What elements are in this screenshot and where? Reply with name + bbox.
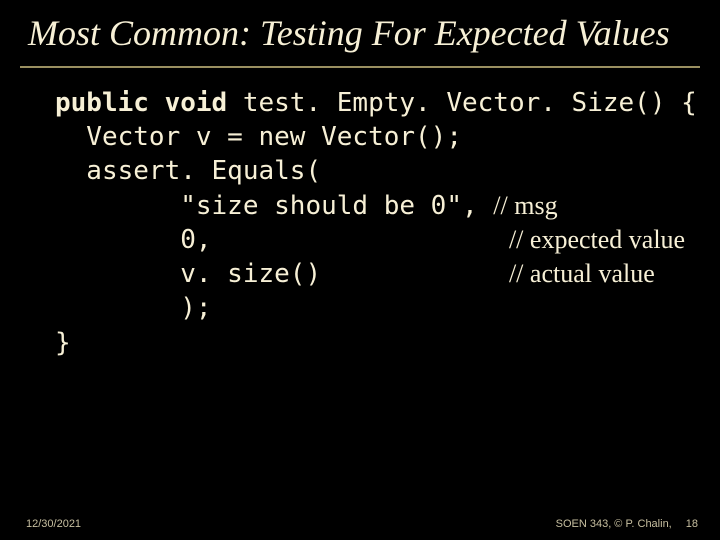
code-block: public void test. Empty. Vector. Size() … <box>0 68 720 361</box>
code-line-5-code: 0, <box>55 223 509 257</box>
code-line-2: Vector v = new Vector(); <box>55 120 700 154</box>
keywords: public void <box>55 88 227 118</box>
code-line-7: ); <box>55 291 700 325</box>
code-line-6-code: v. size() <box>55 257 509 291</box>
footer-course: SOEN 343, © P. Chalin, <box>556 518 672 530</box>
slide: Most Common: Testing For Expected Values… <box>0 0 720 540</box>
code-line-5-comment: // expected value <box>509 223 685 257</box>
code-line-6-comment: // actual value <box>509 257 655 291</box>
method-decl: test. Empty. Vector. Size() { <box>227 88 697 118</box>
footer-date: 12/30/2021 <box>26 518 81 530</box>
code-line-4-comment: // msg <box>493 189 557 223</box>
code-line-1: public void test. Empty. Vector. Size() … <box>55 86 700 120</box>
code-line-3: assert. Equals( <box>55 154 700 188</box>
footer-page: 18 <box>686 518 698 530</box>
code-line-4: "size should be 0", // msg <box>55 189 700 223</box>
slide-title: Most Common: Testing For Expected Values <box>0 0 720 60</box>
code-line-8: } <box>55 326 700 360</box>
code-line-5: 0, // expected value <box>55 223 700 257</box>
code-line-6: v. size() // actual value <box>55 257 700 291</box>
footer: 12/30/2021 SOEN 343, © P. Chalin, 18 <box>0 518 720 530</box>
code-line-4-code: "size should be 0", <box>55 189 493 223</box>
